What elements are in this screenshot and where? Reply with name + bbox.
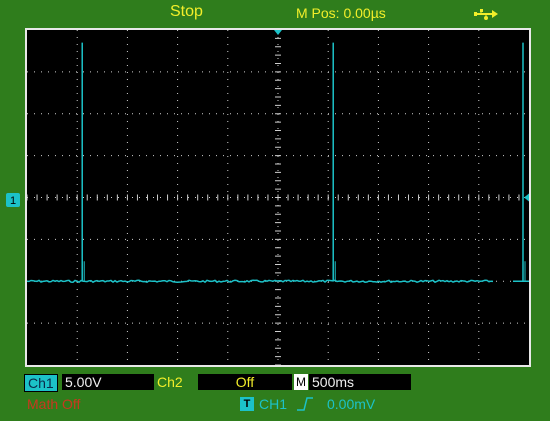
waveform-canvas	[27, 30, 529, 365]
trigger-source: CH1	[259, 396, 288, 412]
ch1-scale: 5.00V	[62, 374, 154, 390]
waveform-trace	[27, 279, 494, 284]
ch2-state: Off	[198, 374, 292, 390]
ch1-label[interactable]: Ch1	[24, 374, 58, 392]
trigger-icon: T	[240, 397, 254, 411]
math-state: Math Off	[27, 396, 81, 412]
rising-edge-icon	[297, 397, 313, 411]
waveform-display[interactable]	[25, 28, 531, 367]
timebase-value: 500ms	[309, 374, 411, 390]
trigger-position-marker	[274, 30, 282, 35]
bottom-status-bar: Ch1 5.00V Ch2 Off M 500ms Math Off T CH1…	[0, 372, 550, 421]
ch2-label[interactable]: Ch2	[154, 374, 186, 390]
svg-text:1: 1	[10, 195, 16, 207]
trigger-level-marker	[524, 193, 529, 202]
usb-icon	[474, 9, 498, 20]
ch1-ground-marker: 1	[6, 193, 20, 207]
timebase-label: M	[294, 374, 308, 390]
top-status-bar: Stop M Pos: 0.00µs	[0, 0, 550, 24]
run-status: Stop	[170, 3, 203, 20]
horizontal-position: M Pos: 0.00µs	[296, 5, 386, 21]
trigger-level: 0.00mV	[327, 396, 376, 412]
